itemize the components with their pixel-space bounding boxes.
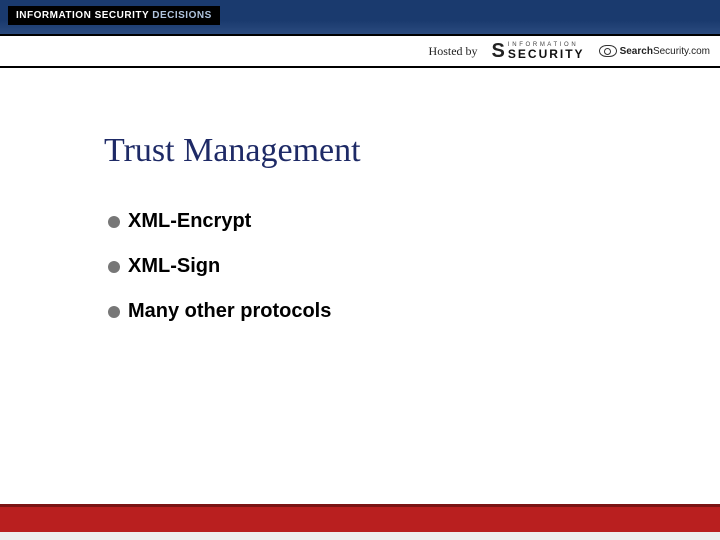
bullet-text: XML-Sign	[128, 255, 220, 278]
bullet-icon	[108, 261, 120, 273]
eye-icon	[599, 45, 617, 57]
slide-content: Trust Management XML-Encrypt XML-Sign Ma…	[0, 68, 720, 323]
list-item: XML-Encrypt	[108, 210, 720, 233]
logo-security-big: SECURITY	[508, 48, 585, 60]
footer-shadow	[0, 532, 720, 540]
bullet-icon	[108, 306, 120, 318]
bullet-list: XML-Encrypt XML-Sign Many other protocol…	[104, 210, 720, 323]
information-security-logo: S I N F O R M A T I O N SECURITY	[492, 41, 585, 61]
slide-title: Trust Management	[104, 132, 720, 170]
list-item: XML-Sign	[108, 255, 720, 278]
brand-prefix: INFORMATION SECURITY	[16, 10, 152, 21]
footer	[0, 504, 720, 540]
header-blue-bar: INFORMATION SECURITY DECISIONS	[0, 0, 720, 34]
bullet-text: Many other protocols	[128, 300, 331, 323]
footer-red-bar	[0, 504, 720, 532]
brand-suffix: DECISIONS	[152, 10, 212, 21]
bullet-text: XML-Encrypt	[128, 210, 251, 233]
hosted-by-row: Hosted by S I N F O R M A T I O N SECURI…	[0, 36, 720, 68]
ssec-rest: Security.com	[653, 46, 710, 57]
ssec-bold: Search	[620, 46, 653, 57]
hosted-by-label: Hosted by	[429, 44, 478, 59]
bullet-icon	[108, 216, 120, 228]
security-s-icon: S	[492, 41, 505, 61]
list-item: Many other protocols	[108, 300, 720, 323]
searchsecurity-logo: SearchSecurity.com	[599, 45, 710, 57]
brand-badge: INFORMATION SECURITY DECISIONS	[8, 6, 220, 25]
